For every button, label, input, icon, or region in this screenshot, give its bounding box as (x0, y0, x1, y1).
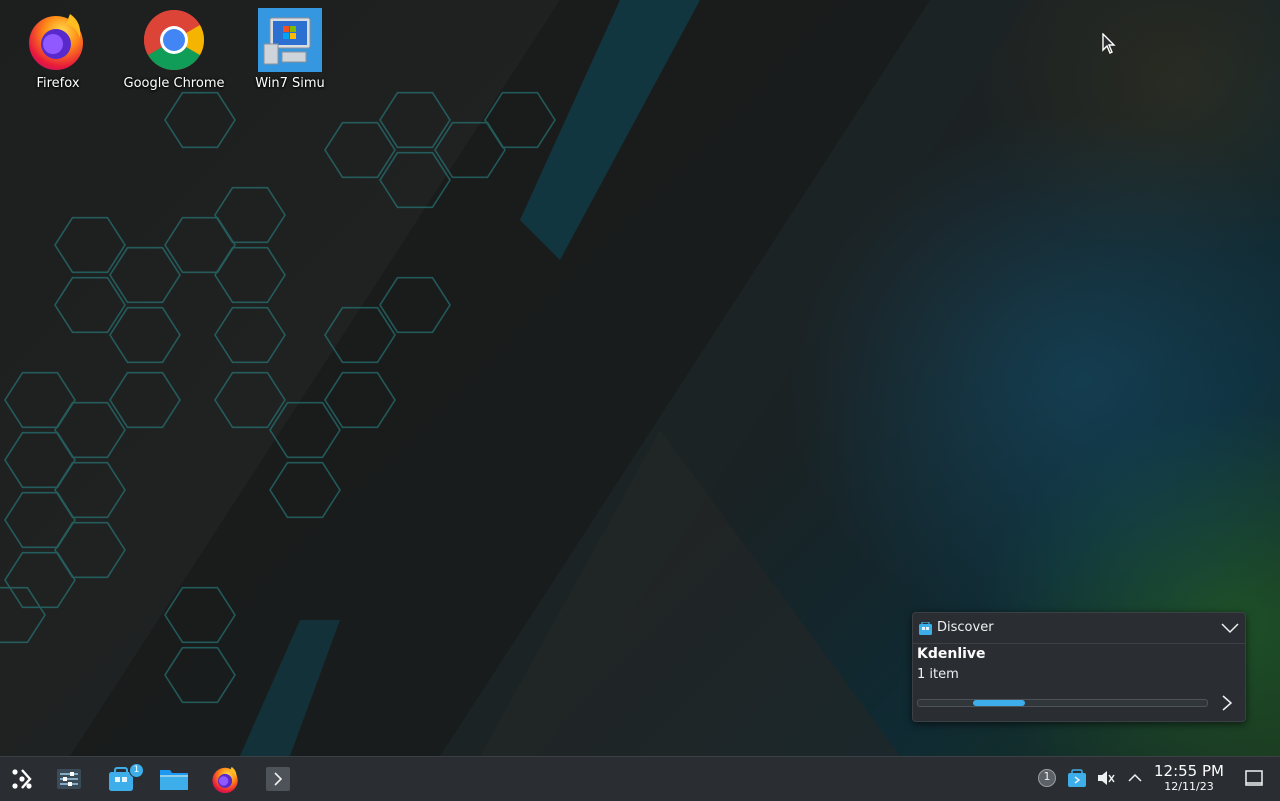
notification-progress-bar (917, 699, 1208, 707)
discover-icon (919, 622, 932, 635)
notification-popup[interactable]: Discover Kdenlive 1 item (912, 612, 1246, 722)
wallpaper-hexagon (109, 371, 181, 429)
taskbar-terminal[interactable] (259, 761, 297, 797)
wallpaper-hexagon (214, 246, 286, 304)
wallpaper-hexagon (0, 586, 46, 644)
wallpaper-hexagon (4, 551, 76, 609)
terminal-icon (266, 767, 290, 791)
wallpaper-hexagon (54, 401, 126, 459)
notification-header: Discover (913, 613, 1245, 644)
firefox-icon (212, 766, 238, 794)
notification-title: Kdenlive (917, 646, 986, 662)
wallpaper-hexagon (54, 521, 126, 579)
chevron-right-icon[interactable] (1219, 693, 1235, 713)
desktop[interactable]: Firefox Google Chrome Win7 Simu Discover… (0, 0, 1280, 756)
wallpaper-hexagon (54, 461, 126, 519)
taskbar-panel: 1 1 12:55 PM 12/11/23 (0, 756, 1280, 801)
desktop-icon-label: Google Chrome (123, 76, 225, 91)
notification-app-name: Discover (937, 620, 994, 635)
wallpaper-hexagon (109, 306, 181, 364)
notification-badge: 1 (129, 763, 144, 778)
show-desktop-icon (1245, 770, 1263, 786)
wallpaper-hexagon (4, 431, 76, 489)
wallpaper-hexagon (324, 121, 396, 179)
wallpaper-hexagon (214, 306, 286, 364)
wallpaper-hexagon (214, 371, 286, 429)
win7-simu-icon (258, 8, 322, 72)
wallpaper-hexagon (4, 371, 76, 429)
wallpaper-hexagon (109, 246, 181, 304)
progress-fill (972, 700, 1025, 706)
tray-notifications[interactable]: 1 (1036, 767, 1058, 789)
clock-date: 12/11/23 (1164, 780, 1214, 793)
show-hidden-chevron-icon (1128, 773, 1142, 782)
digital-clock[interactable]: 12:55 PM 12/11/23 (1150, 762, 1228, 794)
wallpaper-hexagon (54, 216, 126, 274)
desktop-icon-label: Firefox (36, 76, 80, 91)
system-settings-icon (57, 769, 81, 789)
chrome-icon (143, 9, 205, 71)
folder-icon (160, 770, 188, 790)
wallpaper-hexagon (164, 91, 236, 149)
desktop-icon-firefox[interactable]: Firefox (0, 8, 116, 91)
notification-count: 1 (1043, 770, 1051, 783)
notification-body: 1 item (917, 667, 959, 682)
desktop-icon-google-chrome[interactable]: Google Chrome (116, 8, 232, 91)
application-launcher[interactable] (3, 761, 41, 797)
wallpaper-hexagon (4, 491, 76, 549)
clock-time: 12:55 PM (1154, 762, 1224, 780)
firefox-icon (29, 14, 83, 70)
volume-muted-icon (1098, 771, 1115, 785)
tray-volume[interactable] (1095, 767, 1117, 789)
taskbar-file-manager[interactable] (155, 761, 193, 797)
desktop-icon-label: Win7 Simu (255, 76, 325, 91)
chevron-down-icon[interactable] (1219, 618, 1241, 638)
show-desktop-button[interactable] (1243, 767, 1265, 789)
desktop-icon-win7-simu[interactable]: Win7 Simu (232, 8, 348, 91)
mouse-cursor-icon (1102, 33, 1116, 54)
taskbar-discover[interactable]: 1 (102, 761, 144, 797)
wallpaper-hexagon (54, 276, 126, 334)
wallpaper-hexagon (164, 216, 236, 274)
application-launcher-icon (12, 769, 32, 789)
taskbar-system-settings[interactable] (50, 761, 88, 797)
wallpaper-hexagon (214, 186, 286, 244)
discover-updates-icon (1068, 769, 1086, 787)
taskbar-firefox[interactable] (207, 761, 245, 797)
wallpaper-hexagon (379, 91, 451, 149)
tray-show-hidden[interactable] (1124, 767, 1146, 789)
tray-discover-updates[interactable] (1066, 767, 1088, 789)
